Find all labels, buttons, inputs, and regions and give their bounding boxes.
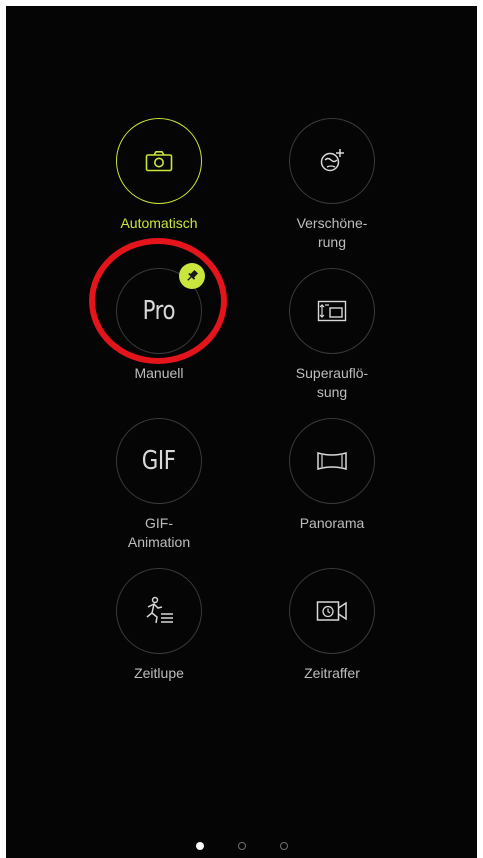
gif-icon: GIF <box>142 446 176 476</box>
mode-manual-circle[interactable]: Pro <box>116 263 205 354</box>
page-dot-active[interactable] <box>195 842 204 850</box>
page-dot[interactable] <box>237 842 246 850</box>
mode-automatic[interactable]: Automatisch <box>94 118 224 233</box>
mode-panorama[interactable]: Panorama <box>267 418 397 533</box>
camera-mode-screen: Automatisch Verschöne- rung Pro Manuell … <box>6 6 477 858</box>
pro-mode-icon: Pro <box>142 296 176 326</box>
mode-panorama-circle[interactable] <box>289 418 375 504</box>
mode-label: Verschöne- rung <box>296 215 368 250</box>
mode-label: Superauflö- sung <box>295 365 369 400</box>
mode-super-resolution-circle[interactable] <box>289 268 375 354</box>
mode-label: Panorama <box>299 515 365 531</box>
mode-label: Zeitlupe <box>134 665 184 681</box>
mode-beautify-circle[interactable] <box>289 118 375 204</box>
slow-motion-icon <box>146 596 173 624</box>
page-indicator <box>6 842 477 850</box>
mode-label: Automatisch <box>120 215 198 231</box>
camera-icon <box>145 151 173 172</box>
super-resolution-icon <box>317 300 347 322</box>
beautify-icon <box>320 149 344 172</box>
mode-label: Zeitraffer <box>304 665 360 681</box>
mode-gif-animation[interactable]: GIF GIF- Animation <box>94 418 224 552</box>
page-dot[interactable] <box>279 842 288 850</box>
panorama-icon <box>317 452 347 470</box>
mode-gif-circle[interactable]: GIF <box>116 418 202 504</box>
mode-manual[interactable]: Pro Manuell <box>94 263 224 383</box>
mode-slow-motion[interactable]: Zeitlupe <box>94 568 224 683</box>
mode-automatic-circle[interactable] <box>116 118 202 204</box>
mode-label: Manuell <box>134 365 184 381</box>
time-lapse-icon <box>316 601 347 621</box>
mode-label: GIF- Animation <box>127 515 191 550</box>
pin-badge <box>179 263 205 289</box>
mode-slow-motion-circle[interactable] <box>116 568 202 654</box>
mode-beautify[interactable]: Verschöne- rung <box>267 118 397 252</box>
pin-icon <box>187 269 199 281</box>
mode-time-lapse-circle[interactable] <box>289 568 375 654</box>
mode-time-lapse[interactable]: Zeitraffer <box>267 568 397 683</box>
mode-super-resolution[interactable]: Superauflö- sung <box>267 268 397 402</box>
